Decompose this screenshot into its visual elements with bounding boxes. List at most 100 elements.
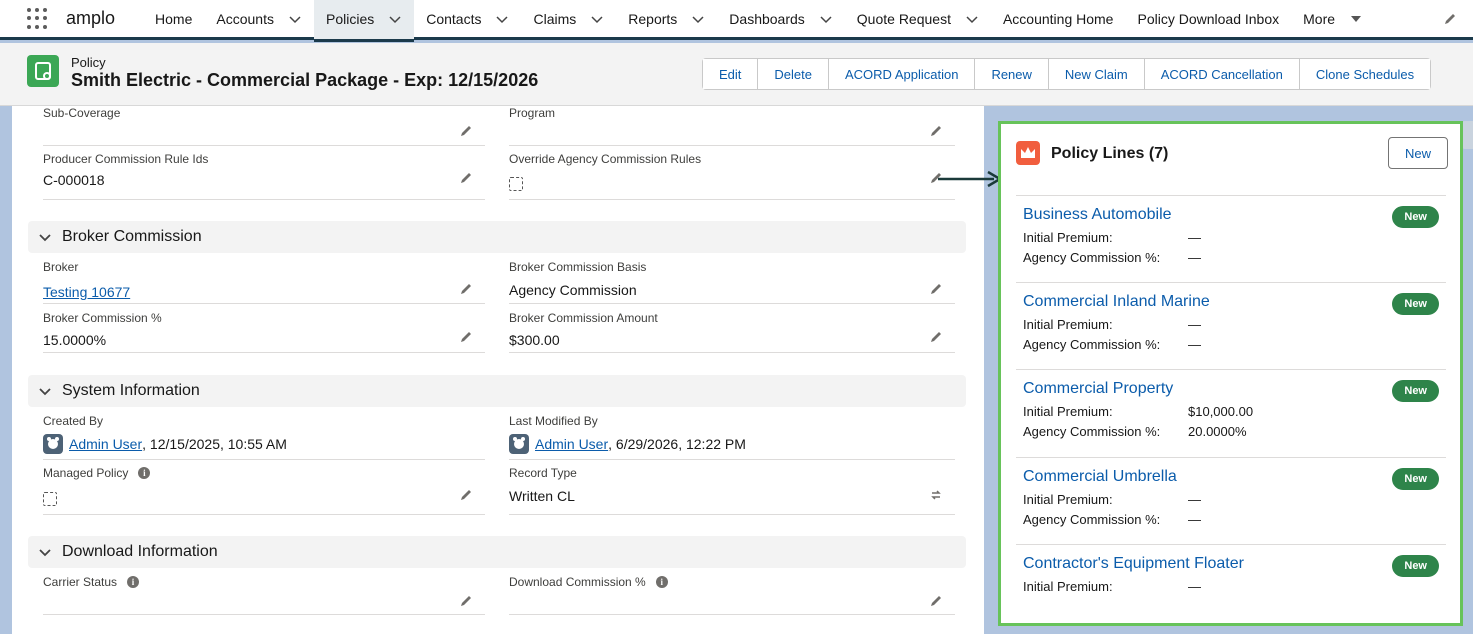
field-value <box>509 177 523 191</box>
nav-item-accounts[interactable]: Accounts <box>204 0 314 39</box>
producer-commission-field: Producer Commission Rule Ids C-000018 <box>43 152 485 200</box>
broker-commission-section-header[interactable]: Broker Commission <box>28 221 966 253</box>
policy-line-link[interactable]: Business Automobile <box>1023 206 1172 224</box>
acord-cancellation-button[interactable]: ACORD Cancellation <box>1144 59 1300 89</box>
list-item: Commercial Property New Initial Premium:… <box>1016 369 1446 457</box>
created-by-user-link[interactable]: Admin User <box>69 436 142 452</box>
delete-button[interactable]: Delete <box>758 59 829 89</box>
info-icon[interactable]: i <box>127 576 140 588</box>
chevron-down-icon[interactable] <box>691 12 705 26</box>
row-value: — <box>1188 250 1201 265</box>
new-policy-line-button[interactable]: New <box>1388 137 1448 169</box>
nav-item-more[interactable]: More <box>1291 0 1375 39</box>
row-label: Initial Premium: <box>1023 404 1113 419</box>
info-icon[interactable]: i <box>138 467 151 479</box>
policy-line-link[interactable]: Contractor's Equipment Floater <box>1023 555 1244 573</box>
edit-pencil-icon[interactable] <box>459 330 473 344</box>
chevron-down-icon[interactable] <box>819 12 833 26</box>
clone-schedules-button[interactable]: Clone Schedules <box>1299 59 1431 89</box>
list-item: Business Automobile New Initial Premium:… <box>1016 195 1446 282</box>
row-value: — <box>1188 317 1201 332</box>
nav-item-contacts[interactable]: Contacts <box>414 0 521 39</box>
edit-pencil-icon[interactable] <box>929 282 943 296</box>
edit-pencil-icon[interactable] <box>459 594 473 608</box>
field-label: Last Modified By <box>509 414 598 428</box>
edit-pencil-icon[interactable] <box>459 124 473 138</box>
chevron-down-icon[interactable] <box>965 12 979 26</box>
field-label: Created By <box>43 414 104 428</box>
nav-item-accounting-home[interactable]: Accounting Home <box>991 0 1126 39</box>
field-label: Override Agency Commission Rules <box>509 152 702 166</box>
nav-item-home[interactable]: Home <box>143 0 204 39</box>
policy-icon <box>27 55 59 87</box>
field-value: Agency Commission <box>509 282 637 298</box>
avatar <box>509 434 529 454</box>
policy-line-link[interactable]: Commercial Umbrella <box>1023 468 1177 486</box>
detail-panel: Sub-Coverage Program Producer Commission… <box>12 106 984 634</box>
chevron-down-icon[interactable] <box>388 12 402 26</box>
info-icon[interactable]: i <box>655 576 668 588</box>
list-item: Commercial Inland Marine New Initial Pre… <box>1016 282 1446 369</box>
nav-item-dashboards[interactable]: Dashboards <box>717 0 845 39</box>
change-record-type-icon[interactable] <box>929 488 943 502</box>
row-label: Initial Premium: <box>1023 317 1113 332</box>
row-value: — <box>1188 579 1201 594</box>
row-label: Agency Commission %: <box>1023 512 1161 527</box>
field-value <box>43 492 57 506</box>
edit-pencil-icon[interactable] <box>459 488 473 502</box>
edit-button[interactable]: Edit <box>703 59 759 89</box>
program-field: Program <box>509 106 955 146</box>
nav-label: Dashboards <box>729 10 805 27</box>
card-title[interactable]: Policy Lines (7) <box>1051 145 1168 163</box>
record-type-field: Record Type Written CL <box>509 466 955 515</box>
app-name: amplo <box>66 8 116 28</box>
nav-item-policies[interactable]: Policies <box>313 0 415 42</box>
modified-date: , 6/29/2026, 12:22 PM <box>608 436 746 452</box>
crown-icon <box>1016 141 1040 165</box>
nav-item-policy-download-inbox[interactable]: Policy Download Inbox <box>1125 0 1291 39</box>
chevron-down-icon[interactable] <box>590 12 604 26</box>
acord-application-button[interactable]: ACORD Application <box>828 59 976 89</box>
download-information-section-header[interactable]: Download Information <box>28 536 966 568</box>
row-label: Agency Commission %: <box>1023 337 1161 352</box>
edit-pencil-icon[interactable] <box>929 124 943 138</box>
edit-pencil-icon[interactable] <box>459 282 473 296</box>
broker-link[interactable]: Testing 10677 <box>43 284 130 300</box>
field-value: Admin User , 12/15/2025, 10:55 AM <box>43 434 287 454</box>
created-date: , 12/15/2025, 10:55 AM <box>142 436 287 452</box>
new-claim-button[interactable]: New Claim <box>1048 59 1145 89</box>
nav-label: Home <box>155 10 193 27</box>
checkbox <box>43 492 57 506</box>
policy-line-link[interactable]: Commercial Property <box>1023 380 1173 398</box>
nav-label: Quote Request <box>856 10 951 27</box>
chevron-down-icon <box>39 388 51 396</box>
edit-nav-icon[interactable] <box>1443 12 1457 26</box>
field-label: Broker Commission % <box>43 311 162 325</box>
system-information-section-header[interactable]: System Information <box>28 375 966 407</box>
policy-line-link[interactable]: Commercial Inland Marine <box>1023 293 1210 311</box>
nav-label: Accounting Home <box>1002 10 1114 27</box>
caret-down-icon <box>1351 15 1362 22</box>
page-title: Smith Electric - Commercial Package - Ex… <box>71 70 539 90</box>
edit-pencil-icon[interactable] <box>459 171 473 185</box>
chevron-down-icon[interactable] <box>495 12 509 26</box>
nav-item-claims[interactable]: Claims <box>521 0 616 39</box>
sub-coverage-field: Sub-Coverage <box>43 106 485 146</box>
chevron-down-icon <box>39 234 51 242</box>
download-commission-field: Download Commission % i <box>509 575 955 615</box>
app-launcher-icon[interactable] <box>27 7 49 30</box>
field-label: Program <box>509 106 556 120</box>
row-label: Initial Premium: <box>1023 230 1113 245</box>
renew-button[interactable]: Renew <box>975 59 1049 89</box>
nav-item-reports[interactable]: Reports <box>616 0 717 39</box>
broker-commission-amount-field: Broker Commission Amount $300.00 <box>509 311 955 353</box>
nav-label: More <box>1303 10 1336 27</box>
nav-label: Reports <box>628 10 678 27</box>
edit-pencil-icon[interactable] <box>929 594 943 608</box>
nav-item-quote-request[interactable]: Quote Request <box>845 0 991 39</box>
field-value: Admin User , 6/29/2026, 12:22 PM <box>509 434 746 454</box>
modified-by-user-link[interactable]: Admin User <box>535 436 608 452</box>
chevron-down-icon[interactable] <box>288 12 302 26</box>
edit-pencil-icon[interactable] <box>929 330 943 344</box>
row-label: Agency Commission %: <box>1023 250 1161 265</box>
